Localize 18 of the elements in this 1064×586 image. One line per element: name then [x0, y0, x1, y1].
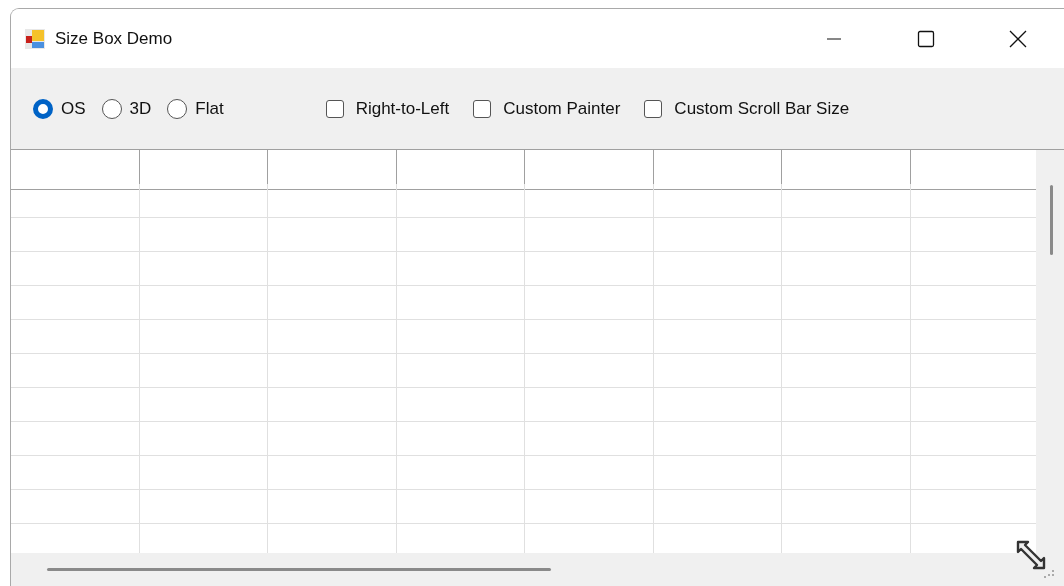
resize-grip-icon[interactable]: [1016, 540, 1056, 580]
radio-button[interactable]: [101, 98, 122, 119]
checkbox-label[interactable]: Custom Painter: [503, 95, 621, 122]
checkbox[interactable]: [325, 99, 344, 118]
radio-label[interactable]: OS: [61, 95, 86, 122]
radio-label[interactable]: Flat: [195, 95, 224, 122]
radio-label[interactable]: 3D: [129, 95, 152, 122]
checkbox-label[interactable]: Custom Scroll Bar Size: [674, 95, 850, 122]
close-icon: [1009, 29, 1027, 48]
maximize-icon: [917, 29, 935, 48]
checkbox-label[interactable]: Right-to-Left: [355, 95, 450, 122]
checkbox[interactable]: [644, 99, 663, 118]
checkbox[interactable]: [473, 99, 492, 118]
window-title: Size Box Demo: [55, 27, 173, 50]
radio-button[interactable]: [167, 98, 188, 119]
minimize-icon: [826, 37, 842, 40]
app-icon: [25, 28, 45, 49]
radio-button[interactable]: [33, 98, 53, 119]
